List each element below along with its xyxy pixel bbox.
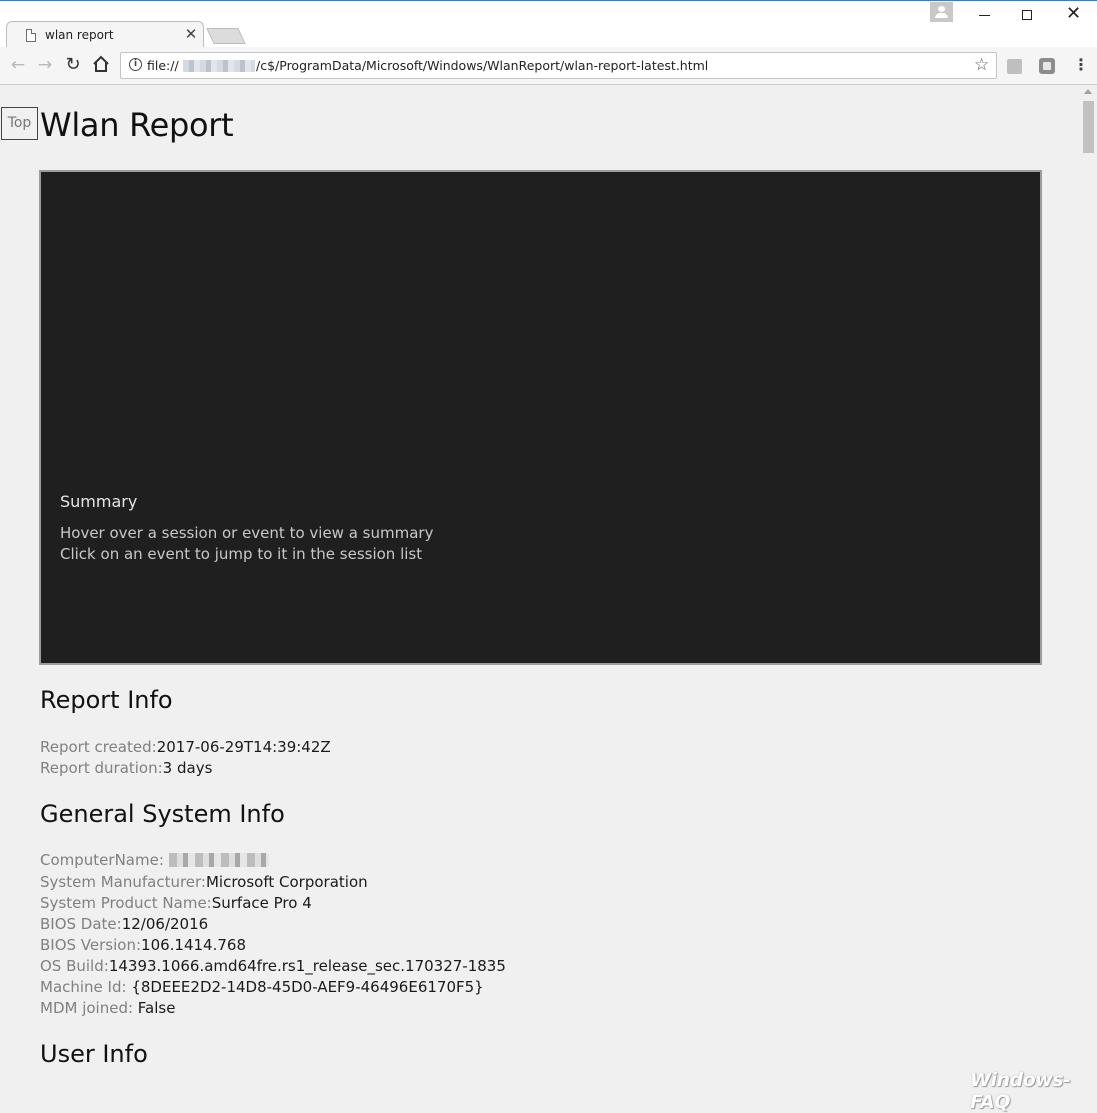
browser-toolbar: ← → ↻ i file:// /c$/ProgramData/Microsof… <box>0 47 1097 85</box>
report-duration-row: Report duration:3 days <box>40 759 212 777</box>
bookmark-star-icon[interactable]: ☆ <box>974 55 989 75</box>
extension-icon[interactable] <box>1007 59 1022 74</box>
general-system-info-heading: General System Info <box>40 800 285 828</box>
os-build-label: OS Build: <box>40 957 109 975</box>
bios-date-label: BIOS Date: <box>40 915 122 933</box>
document-icon <box>26 29 36 42</box>
system-manufacturer-row: System Manufacturer:Microsoft Corporatio… <box>40 873 368 891</box>
home-icon[interactable] <box>91 54 111 74</box>
report-duration-label: Report duration: <box>40 759 163 777</box>
summary-hint-click: Click on an event to jump to it in the s… <box>60 545 423 563</box>
vertical-scrollbar[interactable] <box>1080 86 1097 1091</box>
summary-heading: Summary <box>60 492 138 511</box>
new-tab-button[interactable] <box>206 28 246 44</box>
url-scheme: file:// <box>147 58 179 73</box>
bios-date-value: 12/06/2016 <box>121 915 209 933</box>
summary-hint-hover: Hover over a session or event to view a … <box>60 524 434 542</box>
maximize-icon[interactable] <box>1022 10 1032 20</box>
bios-date-row: BIOS Date:12/06/2016 <box>40 915 208 933</box>
machine-id-label: Machine Id: <box>40 978 132 996</box>
tab-strip: wlan report ✕ ✕ <box>0 1 1097 49</box>
os-build-value: 14393.1066.amd64fre.rs1_release_sec.1703… <box>108 957 506 975</box>
mdm-joined-value: False <box>137 999 176 1017</box>
bios-version-value: 106.1414.768 <box>141 936 247 954</box>
info-icon[interactable]: i <box>129 58 142 71</box>
os-build-row: OS Build:14393.1066.amd64fre.rs1_release… <box>40 957 506 975</box>
window-close-icon[interactable]: ✕ <box>1066 3 1081 24</box>
top-link-button[interactable]: Top <box>1 107 38 140</box>
url-path: /c$/ProgramData/Microsoft/Windows/WlanRe… <box>256 58 709 73</box>
tab-title: wlan report <box>45 28 114 42</box>
page-title: Wlan Report <box>40 106 234 144</box>
computer-name-redacted <box>168 853 269 867</box>
computer-name-row: ComputerName: <box>40 851 269 869</box>
user-info-heading: User Info <box>40 1040 148 1068</box>
forward-arrow-icon[interactable]: → <box>35 55 55 75</box>
address-bar[interactable]: i file:// /c$/ProgramData/Microsoft/Wind… <box>120 52 997 79</box>
system-product-name-row: System Product Name:Surface Pro 4 <box>40 894 312 912</box>
report-created-label: Report created: <box>40 738 157 756</box>
machine-id-value: {8DEEE2D2-14D8-45D0-AEF9-46496E6170F5} <box>131 978 484 996</box>
system-product-name-label: System Product Name: <box>40 894 212 912</box>
computer-name-label: ComputerName: <box>40 851 169 869</box>
profile-icon[interactable] <box>930 2 953 22</box>
report-created-row: Report created:2017-06-29T14:39:42Z <box>40 738 331 756</box>
browser-menu-icon[interactable]: ⋮ <box>1073 55 1089 75</box>
scroll-thumb[interactable] <box>1083 101 1094 153</box>
scroll-up-arrow-icon[interactable] <box>1084 89 1092 94</box>
session-chart-panel[interactable]: Summary Hover over a session or event to… <box>39 170 1042 665</box>
system-manufacturer-label: System Manufacturer: <box>40 873 206 891</box>
system-product-name-value: Surface Pro 4 <box>211 894 312 912</box>
minimize-icon[interactable] <box>979 15 990 16</box>
reload-icon[interactable]: ↻ <box>63 55 83 75</box>
tab-close-icon[interactable]: ✕ <box>183 25 199 43</box>
mdm-joined-label: MDM joined: <box>40 999 138 1017</box>
extension-icon[interactable] <box>1039 58 1055 74</box>
report-info-heading: Report Info <box>40 686 173 714</box>
back-arrow-icon[interactable]: ← <box>8 55 28 75</box>
url-host-redacted <box>183 60 255 72</box>
report-duration-value: 3 days <box>162 759 213 777</box>
watermark: Windows-FAQ <box>970 1069 1071 1113</box>
tab-wlan-report[interactable]: wlan report ✕ <box>6 21 204 49</box>
machine-id-row: Machine Id: {8DEEE2D2-14D8-45D0-AEF9-464… <box>40 978 484 996</box>
report-created-value: 2017-06-29T14:39:42Z <box>156 738 331 756</box>
mdm-joined-row: MDM joined: False <box>40 999 175 1017</box>
bios-version-label: BIOS Version: <box>40 936 142 954</box>
system-manufacturer-value: Microsoft Corporation <box>205 873 368 891</box>
bios-version-row: BIOS Version:106.1414.768 <box>40 936 246 954</box>
